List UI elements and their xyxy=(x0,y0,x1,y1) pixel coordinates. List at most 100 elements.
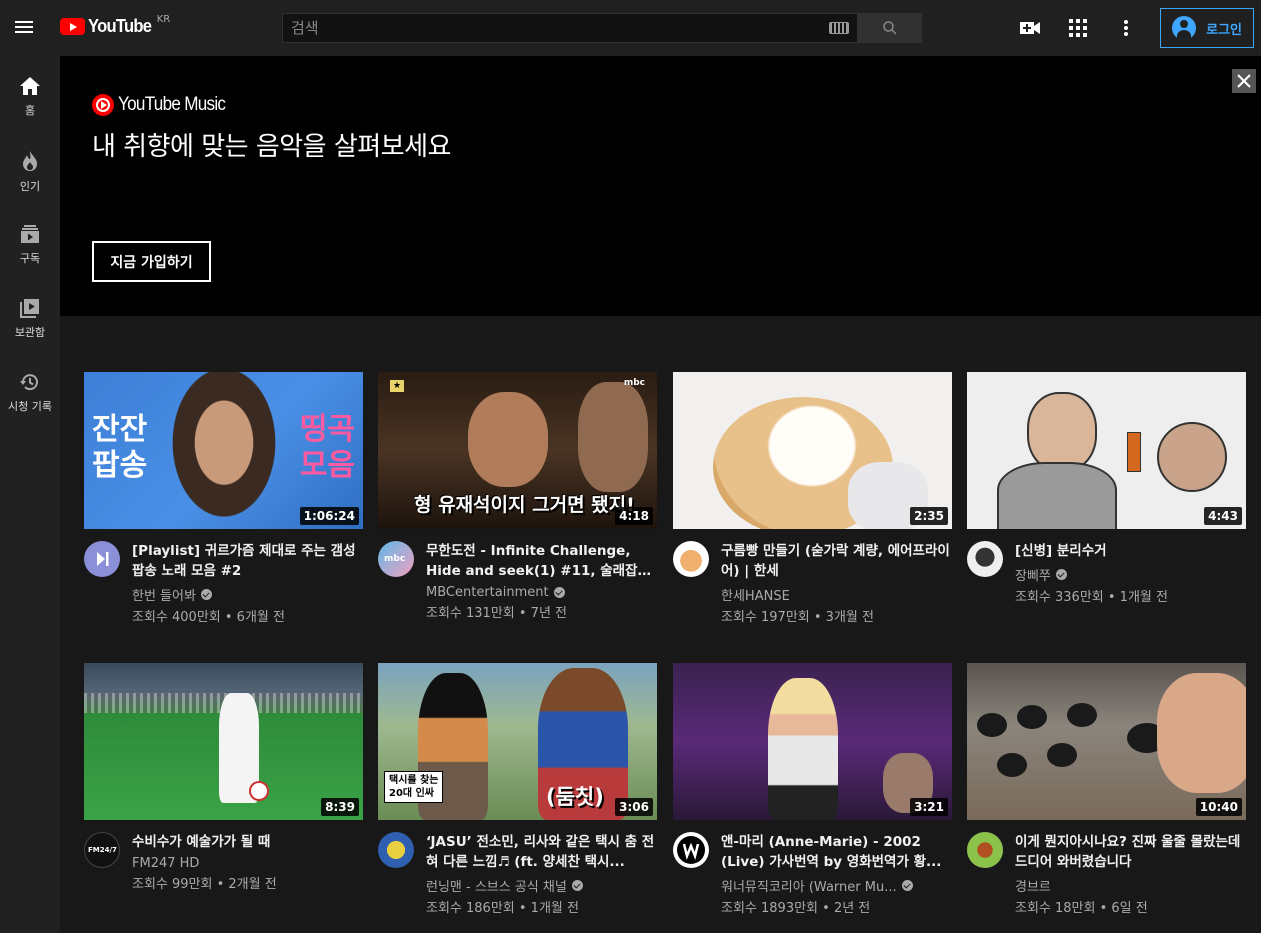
video-card[interactable]: 잔잔 팝송 띵곡 모음 1:06:24 [Playlist] 귀르가즘 제대로 … xyxy=(84,372,363,625)
signin-label: 로그인 xyxy=(1206,22,1242,38)
channel-name[interactable]: FM247 HD xyxy=(132,856,199,871)
video-thumbnail[interactable]: 4:43 xyxy=(967,372,1246,529)
video-thumbnail[interactable]: ★ mbc 형 유재석이지 그거면 됐지! 4:18 xyxy=(378,372,657,529)
video-card[interactable]: 10:40 이게 뭔지아시나요? 진짜 울줄 몰랐는데 드디어 와버렸습니다 경… xyxy=(967,663,1246,916)
sidebar-item-trending[interactable]: 인기 xyxy=(0,130,60,204)
more-vertical-icon xyxy=(1124,20,1129,36)
video-thumbnail[interactable]: 3:21 xyxy=(673,663,952,820)
video-duration: 1:06:24 xyxy=(299,507,359,525)
channel-avatar[interactable] xyxy=(378,832,414,868)
create-video-button[interactable] xyxy=(1010,8,1050,48)
search-box xyxy=(282,13,858,43)
video-title[interactable]: 구름빵 만들기 (숟가락 계량, 에어프라이어) | 한세 xyxy=(721,541,952,581)
sidebar-item-label: 보관함 xyxy=(14,326,46,339)
menu-icon[interactable] xyxy=(12,16,36,40)
video-thumbnail[interactable]: 2:35 xyxy=(673,372,952,529)
account-icon xyxy=(1172,16,1197,40)
video-stats: 조회수 1893만회 • 2년 전 xyxy=(721,901,871,916)
video-title[interactable]: ‘JASU’ 전소민, 리사와 같은 택시 춤 전혀 다른 느낌♬ (ft. 양… xyxy=(426,832,657,872)
signup-button[interactable]: 지금 가입하기 xyxy=(92,241,211,282)
video-title[interactable]: 무한도전 - Infinite Challenge, Hide and seek… xyxy=(426,541,657,581)
sidebar-item-subscriptions[interactable]: 구독 xyxy=(0,204,60,278)
home-icon xyxy=(20,77,40,95)
video-card[interactable]: 2:35 구름빵 만들기 (숟가락 계량, 에어프라이어) | 한세 한세HAN… xyxy=(673,372,952,625)
thumbnail-portrait xyxy=(164,372,284,529)
settings-more-button[interactable] xyxy=(1106,8,1146,48)
video-card[interactable]: 8:39 FM24/7 수비수가 예술가가 될 때 FM247 HD 조회수 9… xyxy=(84,663,363,892)
channel-name[interactable]: 한세HANSE xyxy=(721,585,790,604)
sidebar-item-history[interactable]: 시청 기록 xyxy=(0,352,60,426)
video-stats: 조회수 197만회 • 3개월 전 xyxy=(721,610,874,625)
thumbnail-bug xyxy=(1017,705,1047,729)
video-card[interactable]: ★ mbc 형 유재석이지 그거면 됐지! 4:18 mbc 무한도전 - In… xyxy=(378,372,657,621)
channel-name[interactable]: 런닝맨 - 스브스 공식 채널 xyxy=(426,876,567,895)
video-duration: 2:35 xyxy=(910,507,948,525)
verified-icon xyxy=(200,589,212,600)
search-bar xyxy=(282,13,922,43)
channel-name[interactable]: 한번 들어봐 xyxy=(132,585,196,604)
video-card[interactable]: 4:43 [신병] 분리수거 장삐쭈 조회수 336만회 • 1개월 전 xyxy=(967,372,1246,605)
channel-name-row[interactable]: FM247 HD xyxy=(132,856,363,871)
video-title[interactable]: [Playlist] 귀르가즘 제대로 주는 갬성 팝송 노래 모음 #2 xyxy=(132,541,363,581)
channel-name-row[interactable]: 한세HANSE xyxy=(721,585,952,604)
channel-avatar-logo: mbc xyxy=(384,554,406,564)
video-card[interactable]: 택시를 찾는 20대 인싸 (둠칫) 3:06 ‘JASU’ 전소민, 리사와 … xyxy=(378,663,657,916)
video-card[interactable]: 3:21 앤-마리 (Anne-Marie) - 2002 (Live) 가사번… xyxy=(673,663,952,916)
channel-name-row[interactable]: MBCentertainment xyxy=(426,585,657,600)
video-thumbnail[interactable]: 잔잔 팝송 띵곡 모음 1:06:24 xyxy=(84,372,363,529)
video-title[interactable]: [신병] 분리수거 xyxy=(1015,541,1246,561)
channel-name-row[interactable]: 경브르 xyxy=(1015,876,1246,895)
music-promo-banner: YouTube Music 내 취향에 맞는 음악을 살펴보세요 지금 가입하기 xyxy=(60,56,1261,316)
history-icon xyxy=(20,374,38,391)
verified-icon xyxy=(553,587,565,598)
sidebar-item-library[interactable]: 보관함 xyxy=(0,278,60,352)
video-stats: 조회수 131만회 • 7년 전 xyxy=(426,606,568,621)
search-input[interactable] xyxy=(291,19,829,37)
subscriptions-icon xyxy=(21,225,39,243)
signin-button[interactable]: 로그인 xyxy=(1160,8,1254,48)
thumbnail-bottle xyxy=(1127,432,1141,472)
channel-avatar[interactable] xyxy=(673,541,709,577)
channel-avatar[interactable]: mbc xyxy=(378,541,414,577)
thumbnail-bug xyxy=(1047,743,1077,767)
sidebar-item-label: 구독 xyxy=(19,252,41,265)
channel-name[interactable]: 장삐쭈 xyxy=(1015,565,1051,584)
close-icon xyxy=(1237,74,1251,88)
apps-grid-icon xyxy=(1069,19,1088,37)
channel-avatar[interactable] xyxy=(967,832,1003,868)
video-duration: 3:06 xyxy=(615,798,653,816)
channel-avatar[interactable] xyxy=(967,541,1003,577)
channel-name[interactable]: 경브르 xyxy=(1015,876,1051,895)
video-stats: 조회수 18만회 • 6일 전 xyxy=(1015,901,1148,916)
video-title[interactable]: 이게 뭔지아시나요? 진짜 울줄 몰랐는데 드디어 와버렸습니다 xyxy=(1015,832,1246,872)
video-stats: 조회수 99만회 • 2개월 전 xyxy=(132,877,277,892)
channel-avatar[interactable]: FM24/7 xyxy=(84,832,120,868)
channel-avatar[interactable] xyxy=(673,832,709,868)
keyboard-icon[interactable] xyxy=(829,22,849,34)
channel-name-row[interactable]: 워너뮤직코리아 (Warner Mu... xyxy=(721,876,952,895)
thumbnail-character xyxy=(1157,422,1227,492)
header-actions: 로그인 xyxy=(1010,0,1261,56)
video-title[interactable]: 수비수가 예술가가 될 때 xyxy=(132,832,363,852)
youtube-music-icon xyxy=(92,94,114,116)
video-thumbnail[interactable]: 10:40 xyxy=(967,663,1246,820)
channel-avatar-text: FM24/7 xyxy=(88,846,117,854)
video-duration: 3:21 xyxy=(910,798,948,816)
search-button[interactable] xyxy=(858,13,922,43)
channel-name-row[interactable]: 장삐쭈 xyxy=(1015,565,1246,584)
thumbnail-text-left: 잔잔 팝송 xyxy=(92,412,148,483)
video-title[interactable]: 앤-마리 (Anne-Marie) - 2002 (Live) 가사번역 by … xyxy=(721,832,952,872)
channel-name-row[interactable]: 런닝맨 - 스브스 공식 채널 xyxy=(426,876,657,895)
video-thumbnail[interactable]: 택시를 찾는 20대 인싸 (둠칫) 3:06 xyxy=(378,663,657,820)
sidebar-item-label: 인기 xyxy=(19,180,41,193)
apps-button[interactable] xyxy=(1058,8,1098,48)
channel-name[interactable]: 워너뮤직코리아 (Warner Mu... xyxy=(721,876,897,895)
channel-name-row[interactable]: 한번 들어봐 xyxy=(132,585,363,604)
sidebar-item-home[interactable]: 홈 xyxy=(0,56,60,130)
banner-close-button[interactable] xyxy=(1232,69,1256,93)
video-thumbnail[interactable]: 8:39 xyxy=(84,663,363,820)
channel-name[interactable]: MBCentertainment xyxy=(426,585,549,600)
video-duration: 4:43 xyxy=(1204,507,1242,525)
channel-avatar[interactable] xyxy=(84,541,120,577)
youtube-logo[interactable]: YouTube KR xyxy=(60,14,170,37)
